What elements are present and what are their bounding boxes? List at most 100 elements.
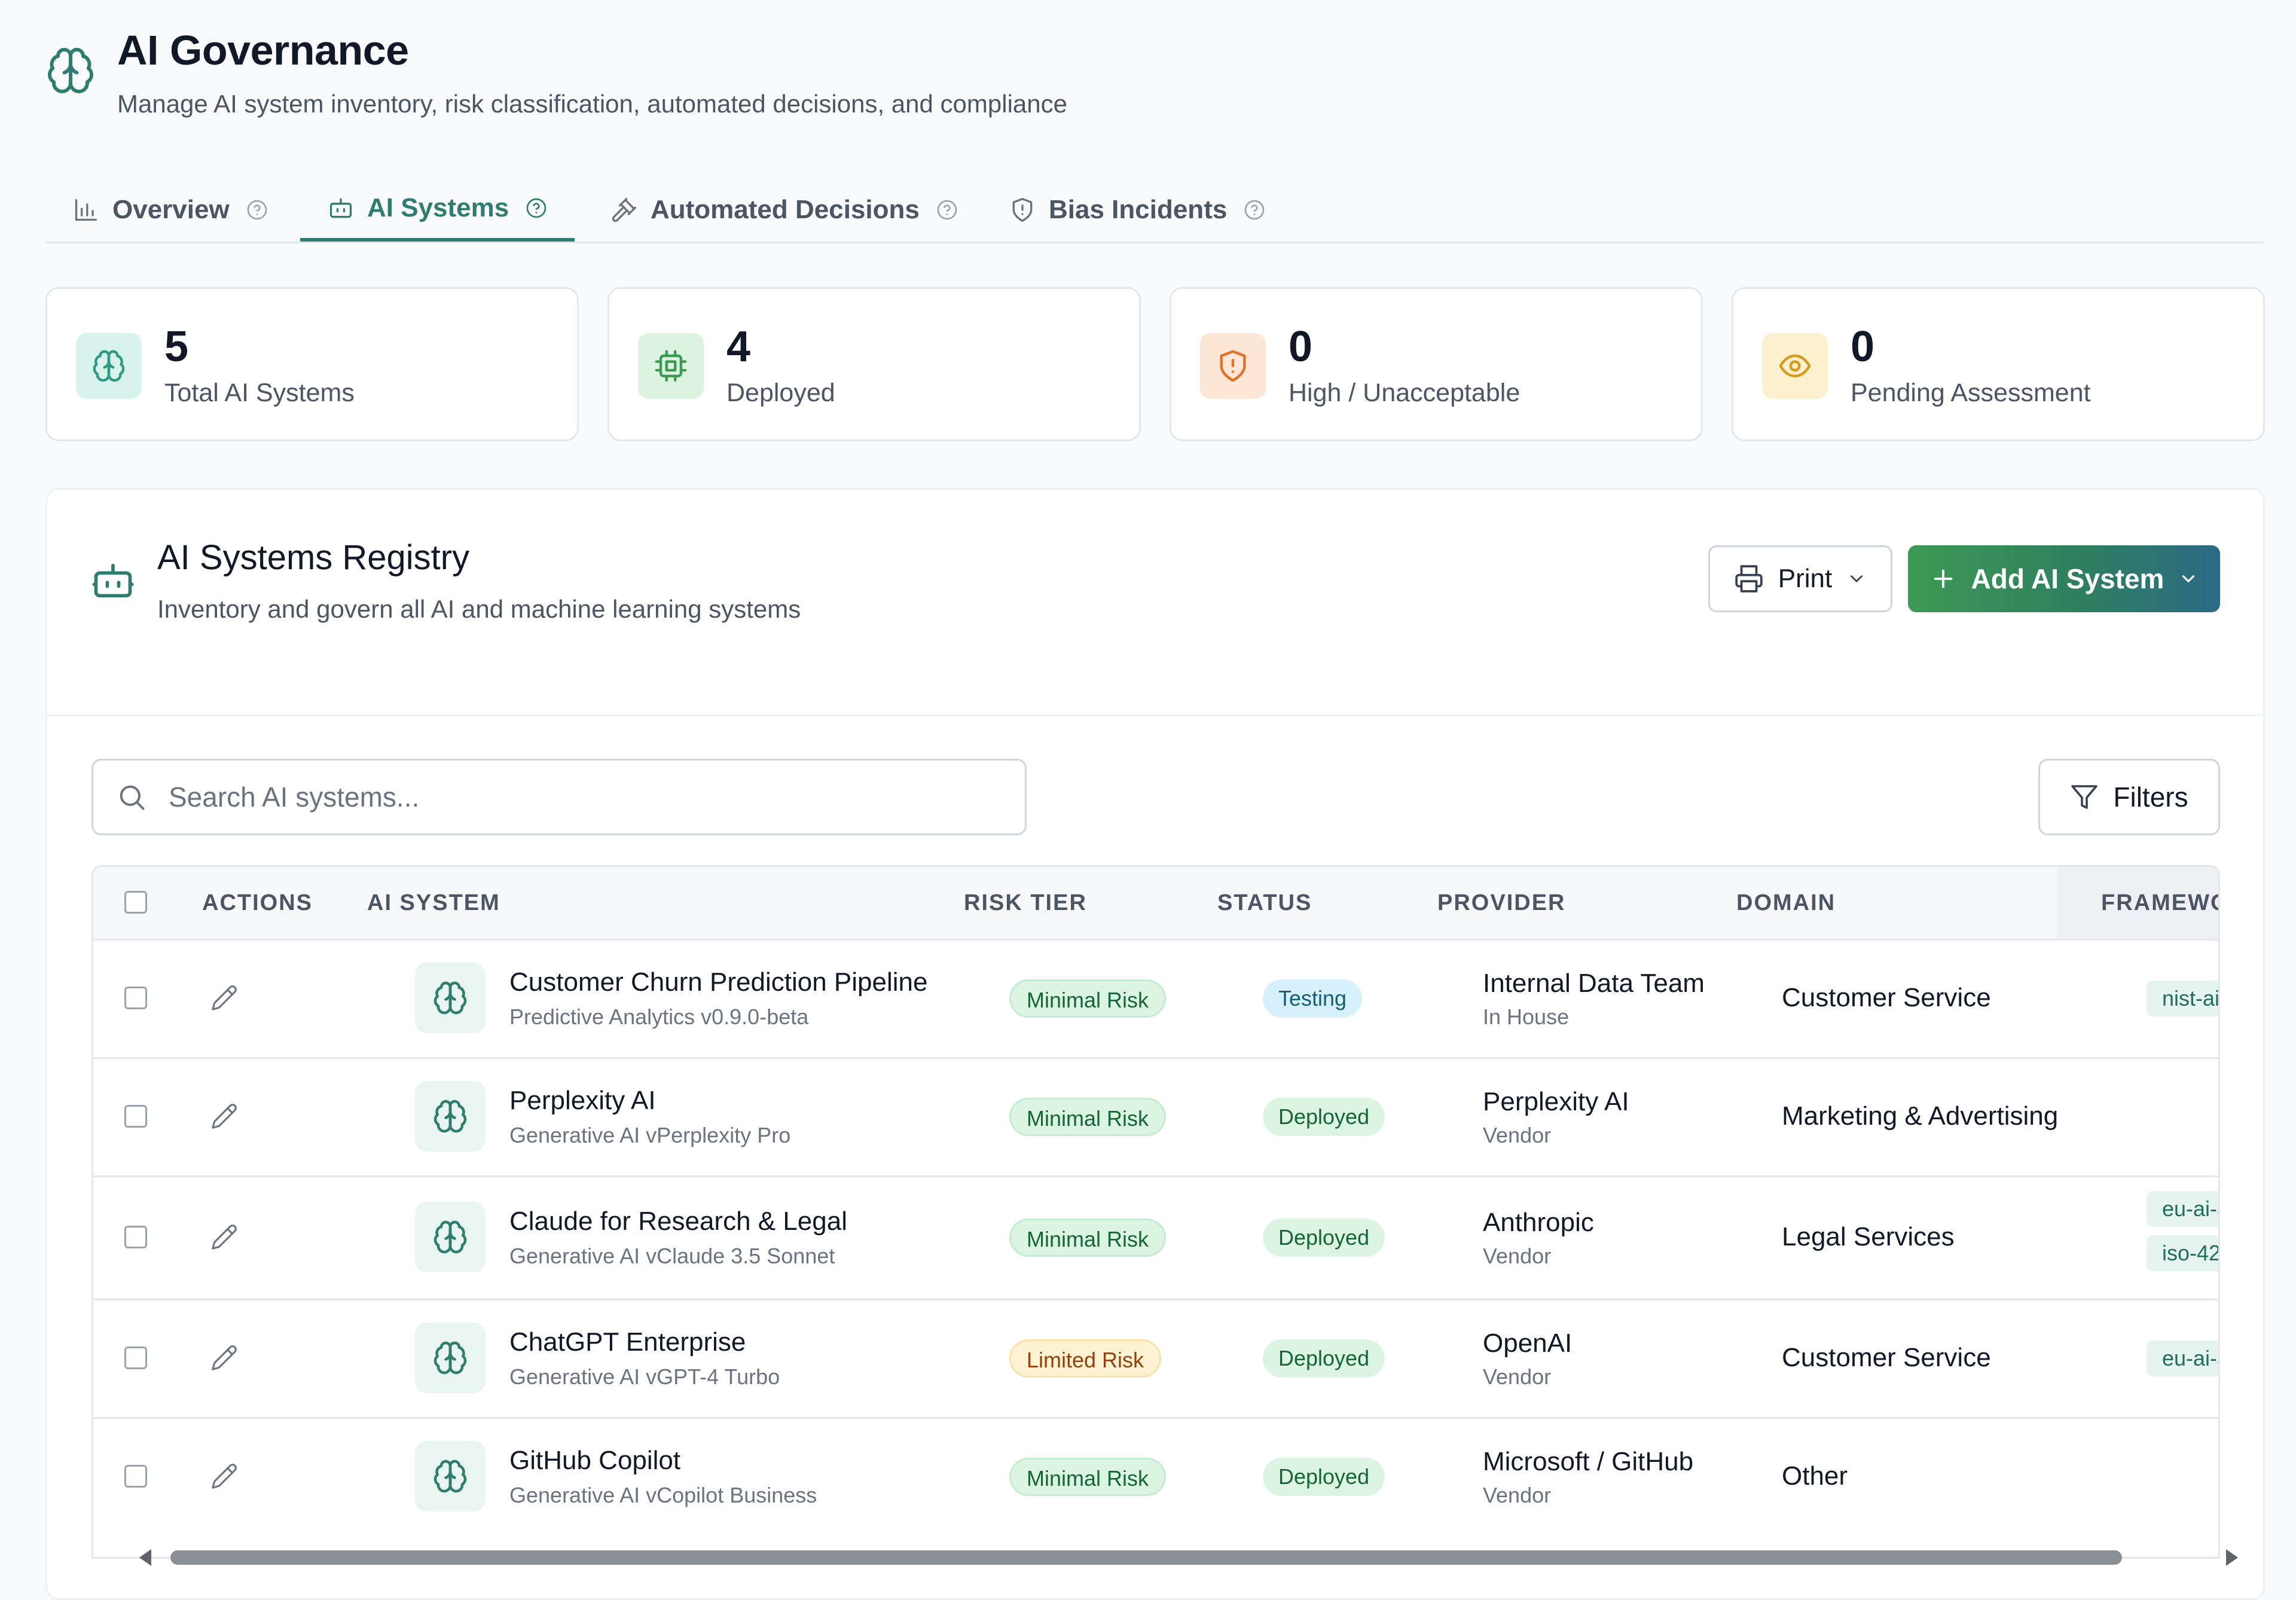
row-checkbox[interactable] <box>124 1226 147 1248</box>
system-name[interactable]: GitHub Copilot <box>509 1446 680 1476</box>
status-badge: Deployed <box>1263 1219 1385 1257</box>
bot-icon <box>90 558 136 603</box>
stat-label: Total AI Systems <box>164 378 355 407</box>
add-label: Add AI System <box>1971 563 2164 594</box>
framework-tag: eu-ai-act <box>2147 1341 2218 1376</box>
registry-card: AI Systems Registry Inventory and govern… <box>45 488 2265 1600</box>
brain-icon <box>415 1202 486 1272</box>
framework-tag: eu-ai-act <box>2147 1191 2218 1227</box>
brain-icon <box>415 1081 486 1152</box>
pencil-icon[interactable] <box>210 1223 238 1251</box>
tab-bias-incidents[interactable]: Bias Incidents <box>982 178 1293 242</box>
table-row[interactable]: ChatGPT Enterprise Generative AI vGPT-4 … <box>93 1299 2218 1419</box>
provider-type: Vendor <box>1483 1364 1552 1389</box>
framework-tag: iso-42001 <box>2147 1235 2218 1271</box>
row-checkbox[interactable] <box>124 1105 147 1128</box>
risk-badge: Minimal Risk <box>1009 1219 1167 1257</box>
status-badge: Deployed <box>1263 1098 1385 1136</box>
risk-badge: Minimal Risk <box>1009 979 1167 1018</box>
add-ai-system-button[interactable]: Add AI System <box>1908 545 2220 612</box>
tab-label: Bias Incidents <box>1049 195 1228 224</box>
system-subtitle: Generative AI vGPT-4 Turbo <box>509 1364 780 1389</box>
help-circle-icon[interactable] <box>246 199 268 221</box>
plus-icon <box>1929 565 1957 593</box>
system-name[interactable]: Perplexity AI <box>509 1086 656 1116</box>
stat-label: Deployed <box>726 378 835 407</box>
table-row[interactable]: GitHub Copilot Generative AI vCopilot Bu… <box>93 1417 2218 1535</box>
pencil-icon[interactable] <box>210 984 238 1012</box>
eye-icon <box>1762 333 1828 399</box>
provider-type: Vendor <box>1483 1244 1552 1268</box>
column-header-frameworks[interactable]: FRAMEWO <box>2101 867 2218 939</box>
framework-tag: nist-ai-rmf <box>2147 981 2218 1016</box>
scrollbar-thumb[interactable] <box>170 1550 2122 1565</box>
page-title: AI Governance <box>117 27 409 74</box>
registry-title: AI Systems Registry <box>157 538 470 577</box>
brain-icon <box>415 1323 486 1393</box>
chevron-down-icon <box>2178 569 2199 589</box>
search-input[interactable]: Search AI systems... <box>91 759 1027 835</box>
help-circle-icon[interactable] <box>936 199 958 221</box>
bar-chart-icon <box>73 197 99 223</box>
tab-overview[interactable]: Overview <box>45 178 295 242</box>
gavel-icon <box>611 197 637 223</box>
bot-icon <box>328 195 354 221</box>
provider-type: In House <box>1483 1004 1570 1029</box>
help-circle-icon[interactable] <box>1244 199 1265 221</box>
select-all-checkbox[interactable] <box>124 891 147 914</box>
column-header-risk-tier[interactable]: RISK TIER <box>964 867 1087 939</box>
table-row[interactable]: Claude for Research & Legal Generative A… <box>93 1175 2218 1300</box>
system-name[interactable]: Customer Churn Prediction Pipeline <box>509 967 927 997</box>
scroll-right-arrow[interactable] <box>2226 1549 2238 1566</box>
scroll-left-arrow[interactable] <box>139 1549 151 1566</box>
row-checkbox[interactable] <box>124 1465 147 1488</box>
brain-icon <box>45 45 96 96</box>
column-header-actions: ACTIONS <box>202 890 313 915</box>
table-row[interactable]: Customer Churn Prediction Pipeline Predi… <box>93 939 2218 1059</box>
provider-name: OpenAI <box>1483 1329 1573 1358</box>
provider-type: Vendor <box>1483 1483 1552 1507</box>
status-badge: Testing <box>1263 979 1363 1018</box>
table-row[interactable]: Perplexity AI Generative AI vPerplexity … <box>93 1057 2218 1177</box>
print-label: Print <box>1778 564 1833 593</box>
pencil-icon[interactable] <box>210 1462 238 1490</box>
print-button[interactable]: Print <box>1708 545 1892 612</box>
column-header-status[interactable]: STATUS <box>1217 867 1312 939</box>
system-subtitle: Generative AI vCopilot Business <box>509 1483 817 1507</box>
row-checkbox[interactable] <box>124 1346 147 1369</box>
column-header-provider[interactable]: PROVIDER <box>1437 867 1565 939</box>
row-checkbox[interactable] <box>124 987 147 1009</box>
pencil-icon[interactable] <box>210 1344 238 1372</box>
system-subtitle: Generative AI vClaude 3.5 Sonnet <box>509 1244 835 1268</box>
brain-icon <box>415 1441 486 1512</box>
pencil-icon[interactable] <box>210 1103 238 1130</box>
provider-name: Internal Data Team <box>1483 969 1705 998</box>
column-header-domain[interactable]: DOMAIN <box>1736 867 1836 939</box>
tab-label: Overview <box>112 195 230 224</box>
system-name[interactable]: ChatGPT Enterprise <box>509 1327 746 1357</box>
stat-card-pending: 0 Pending Assessment <box>1732 287 2265 441</box>
status-badge: Deployed <box>1263 1458 1385 1496</box>
brain-icon <box>76 333 142 399</box>
tab-automated-decisions[interactable]: Automated Decisions <box>584 178 985 242</box>
stat-value: 4 <box>726 323 751 371</box>
domain-value: Customer Service <box>1782 1343 1991 1372</box>
filters-button[interactable]: Filters <box>2038 759 2220 835</box>
column-header-ai-system[interactable]: AI SYSTEM <box>367 867 500 939</box>
chevron-down-icon <box>1846 569 1867 589</box>
tab-ai-systems[interactable]: AI Systems <box>300 178 575 242</box>
provider-name: Microsoft / GitHub <box>1483 1447 1694 1476</box>
shield-alert-icon <box>1009 197 1036 223</box>
horizontal-scrollbar[interactable] <box>135 1543 2254 1570</box>
stat-card-total: 5 Total AI Systems <box>45 287 579 441</box>
filters-label: Filters <box>2113 781 2188 813</box>
stat-card-high-risk: 0 High / Unacceptable <box>1170 287 1703 441</box>
system-name[interactable]: Claude for Research & Legal <box>509 1207 847 1236</box>
help-circle-icon[interactable] <box>526 197 547 219</box>
table-header: ACTIONS AI SYSTEM RISK TIER STATUS PROVI… <box>93 867 2218 941</box>
page-subtitle: Manage AI system inventory, risk classif… <box>117 90 1067 118</box>
system-subtitle: Generative AI vPerplexity Pro <box>509 1123 791 1147</box>
brain-icon <box>415 963 486 1033</box>
domain-value: Marketing & Advertising <box>1782 1101 2059 1131</box>
domain-value: Other <box>1782 1461 1848 1491</box>
